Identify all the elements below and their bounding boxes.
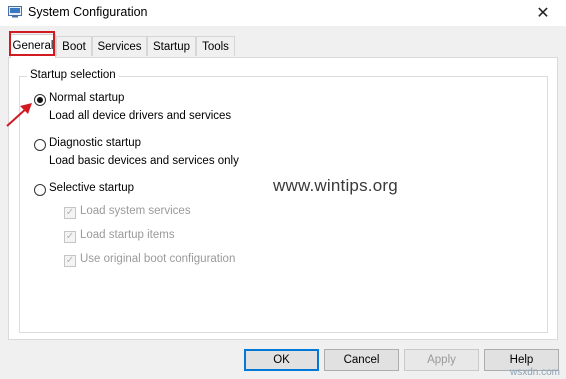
load-startup-items-checkbox[interactable]: ✓ — [64, 231, 76, 243]
use-original-boot-config-checkbox[interactable]: ✓ — [64, 255, 76, 267]
tab-boot[interactable]: Boot — [56, 36, 92, 56]
tab-tools[interactable]: Tools — [196, 36, 235, 56]
startup-selection-legend: Startup selection — [27, 69, 119, 81]
apply-button[interactable]: Apply — [404, 349, 479, 371]
startup-selection-group: Startup selection Normal startup Load al… — [19, 69, 548, 333]
normal-startup-label[interactable]: Normal startup — [49, 92, 124, 104]
tab-general[interactable]: General — [10, 34, 56, 58]
use-original-boot-config-label: Use original boot configuration — [80, 253, 236, 265]
diagnostic-startup-radio[interactable] — [34, 139, 46, 151]
load-system-services-label: Load system services — [80, 205, 191, 217]
normal-startup-description: Load all device drivers and services — [49, 110, 232, 122]
ok-button[interactable]: OK — [244, 349, 319, 371]
site-watermark: wsxdn.com — [509, 367, 560, 378]
watermark-text: www.wintips.org — [273, 176, 398, 195]
window-title: System Configuration — [28, 5, 148, 19]
close-icon[interactable]: ✕ — [520, 0, 566, 26]
checkmark-icon: ✓ — [65, 255, 75, 266]
checkmark-icon: ✓ — [65, 231, 75, 242]
diagnostic-startup-description: Load basic devices and services only — [49, 155, 239, 167]
tab-services[interactable]: Services — [92, 36, 147, 56]
general-panel: Startup selection Normal startup Load al… — [8, 57, 558, 340]
selective-startup-radio[interactable] — [34, 184, 46, 196]
checkmark-icon: ✓ — [65, 207, 75, 218]
title-bar: System Configuration ✕ — [0, 0, 566, 26]
diagnostic-startup-label[interactable]: Diagnostic startup — [49, 137, 141, 149]
selective-startup-label[interactable]: Selective startup — [49, 182, 134, 194]
load-system-services-checkbox[interactable]: ✓ — [64, 207, 76, 219]
cancel-button[interactable]: Cancel — [324, 349, 399, 371]
normal-startup-radio[interactable] — [34, 94, 46, 106]
load-startup-items-label: Load startup items — [80, 229, 175, 241]
system-config-icon — [8, 6, 22, 18]
tab-startup[interactable]: Startup — [147, 36, 196, 56]
